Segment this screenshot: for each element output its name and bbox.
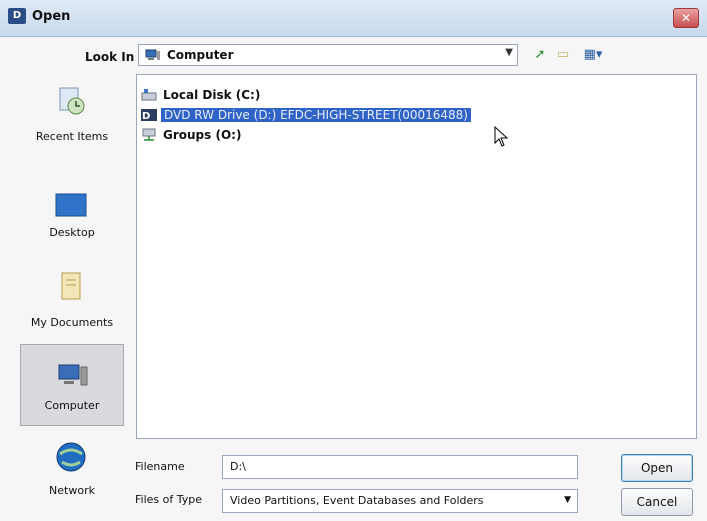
look-in-value: Computer	[167, 48, 234, 62]
new-folder-button[interactable]: ▭	[553, 46, 573, 64]
file-name: DVD RW Drive (D:) EFDC-HIGH-STREET(00016…	[161, 108, 471, 122]
filetype-label: Files of Type	[135, 493, 202, 506]
filename-label: Filename	[135, 460, 185, 473]
window-title: Open	[32, 9, 71, 24]
places-sidebar: Recent Items Desktop My Documents Comput…	[14, 74, 126, 516]
computer-icon	[145, 49, 160, 60]
look-in-label: Look In	[85, 50, 135, 64]
filename-input[interactable]: D:\	[222, 455, 578, 479]
mouse-cursor-icon	[494, 126, 509, 147]
dvd-drive-icon: D	[141, 109, 157, 122]
new-folder-icon: ▭	[556, 47, 570, 62]
svg-text:D: D	[142, 111, 150, 122]
place-label: Recent Items	[35, 130, 109, 143]
chevron-down-icon[interactable]: ▼	[505, 47, 513, 58]
app-icon: D	[8, 8, 26, 24]
place-label: My Documents	[30, 316, 114, 329]
place-network[interactable]: Network	[20, 434, 124, 516]
network-drive-icon	[142, 128, 156, 141]
chevron-down-icon: ▼	[564, 495, 571, 505]
recent-items-icon	[59, 87, 85, 115]
file-name: Groups (O:)	[163, 128, 242, 142]
place-label: Network	[49, 484, 95, 497]
title-bar: D Open ✕	[0, 0, 707, 37]
place-computer[interactable]: Computer	[20, 344, 124, 426]
close-icon: ✕	[680, 11, 692, 25]
my-documents-icon	[61, 272, 81, 300]
hard-drive-icon	[141, 89, 157, 101]
place-desktop[interactable]: Desktop	[20, 164, 124, 246]
place-label: Computer	[44, 399, 100, 412]
place-label: Desktop	[49, 226, 95, 239]
file-name: Local Disk (C:)	[163, 88, 261, 102]
cancel-button[interactable]: Cancel	[621, 488, 693, 516]
open-button[interactable]: Open	[621, 454, 693, 482]
filetype-dropdown[interactable]: Video Partitions, Event Databases and Fo…	[222, 489, 578, 513]
up-folder-button[interactable]: ➚	[530, 46, 550, 64]
filetype-value: Video Partitions, Event Databases and Fo…	[230, 494, 484, 507]
views-menu-button[interactable]: ▦▾	[578, 46, 608, 64]
up-folder-icon: ➚	[534, 47, 546, 62]
close-button[interactable]: ✕	[673, 8, 699, 28]
look-in-dropdown[interactable]: Computer ▼	[138, 44, 518, 66]
desktop-icon	[55, 193, 87, 217]
place-recent-items[interactable]: Recent Items	[20, 78, 124, 160]
network-icon	[56, 442, 86, 472]
views-menu-icon: ▦▾	[583, 47, 603, 62]
place-my-documents[interactable]: My Documents	[20, 262, 124, 344]
computer-icon	[58, 364, 88, 386]
file-list[interactable]: Local Disk (C:) D DVD RW Drive (D:) EFDC…	[136, 74, 697, 439]
